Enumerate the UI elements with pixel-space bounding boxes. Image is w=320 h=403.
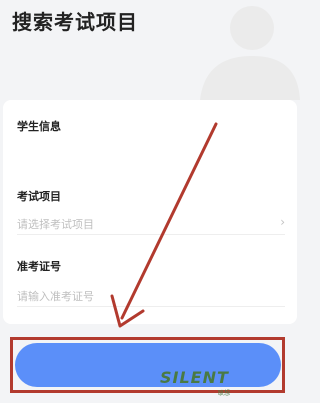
watermark-sub: 联想 bbox=[218, 390, 231, 397]
ticket-number-placeholder: 请输入准考证号 bbox=[17, 290, 94, 303]
exam-item-placeholder: 请选择考试项目 bbox=[17, 218, 94, 231]
exam-item-label: 考试项目 bbox=[17, 190, 61, 203]
exam-item-select[interactable]: 请选择考试项目 › bbox=[17, 215, 285, 235]
form-card: 学生信息 考试项目 请选择考试项目 › 准考证号 请输入准考证号 bbox=[3, 100, 297, 324]
student-info-label: 学生信息 bbox=[17, 120, 61, 133]
watermark-brand: SILENT bbox=[160, 368, 229, 387]
ticket-number-label: 准考证号 bbox=[17, 260, 61, 273]
hero-banner: 搜索考试项目 bbox=[0, 0, 300, 100]
chevron-right-icon: › bbox=[280, 215, 285, 229]
watermark-logo: SILENT 联想 bbox=[160, 366, 248, 398]
avatar-silhouette bbox=[200, 6, 300, 100]
page-title: 搜索考试项目 bbox=[12, 10, 138, 34]
ticket-number-input[interactable]: 请输入准考证号 bbox=[17, 288, 285, 307]
